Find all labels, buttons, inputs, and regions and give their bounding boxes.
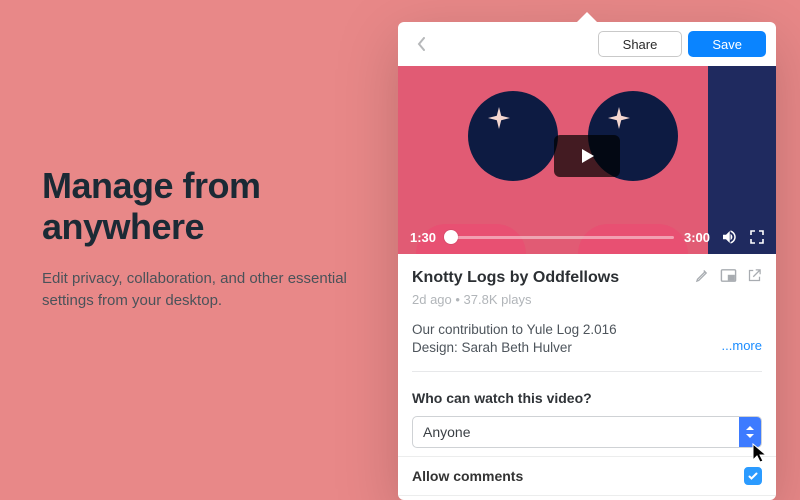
more-link[interactable]: ...more <box>722 337 762 355</box>
external-link-icon <box>747 268 762 283</box>
title-row: Knotty Logs by Oddfellows <box>412 268 762 288</box>
promo-title-line1: Manage from <box>42 165 261 206</box>
allow-downloads-row: Allow downloads <box>398 495 776 500</box>
allow-comments-checkbox[interactable] <box>744 467 762 485</box>
save-button[interactable]: Save <box>688 31 766 57</box>
privacy-label: Who can watch this video? <box>398 390 776 406</box>
fullscreen-icon <box>749 229 765 245</box>
video-submeta: 2d ago • 37.8K plays <box>412 292 762 307</box>
picture-in-picture-button[interactable] <box>720 268 737 288</box>
promo-title: Manage from anywhere <box>42 165 362 248</box>
divider <box>412 371 762 372</box>
current-time: 1:30 <box>410 230 436 245</box>
video-controls: 1:30 3:00 <box>398 220 776 254</box>
pencil-icon <box>695 268 710 283</box>
popover-panel: Share Save 1:30 3:00 <box>398 22 776 500</box>
privacy-select-wrap <box>398 406 776 456</box>
video-thumbnail[interactable]: 1:30 3:00 <box>398 66 776 254</box>
video-title: Knotty Logs by Oddfellows <box>412 269 685 287</box>
privacy-select-holder <box>412 416 762 448</box>
share-button[interactable]: Share <box>598 31 683 57</box>
play-button[interactable] <box>554 135 620 177</box>
promo-title-line2: anywhere <box>42 206 204 247</box>
privacy-select[interactable] <box>412 416 762 448</box>
volume-icon <box>720 228 738 246</box>
chevron-left-icon <box>417 37 427 51</box>
back-button[interactable] <box>408 30 436 58</box>
desc-line: Design: Sarah Beth Hulver <box>412 340 572 355</box>
select-stepper-icon[interactable] <box>739 417 761 447</box>
fullscreen-button[interactable] <box>748 228 766 246</box>
promo-block: Manage from anywhere Edit privacy, colla… <box>42 165 362 311</box>
edit-title-button[interactable] <box>695 268 710 288</box>
video-meta: Knotty Logs by Oddfellows 2d ago • 37.8K… <box>398 254 776 390</box>
allow-comments-row: Allow comments <box>398 456 776 495</box>
open-external-button[interactable] <box>747 268 762 288</box>
popover-header: Share Save <box>398 22 776 66</box>
seek-knob[interactable] <box>444 230 458 244</box>
meta-separator: • <box>452 292 464 307</box>
play-count: 37.8K plays <box>464 292 532 307</box>
seek-bar[interactable] <box>446 236 674 239</box>
duration: 3:00 <box>684 230 710 245</box>
play-icon <box>578 147 596 165</box>
allow-comments-label: Allow comments <box>412 468 744 484</box>
popover-caret <box>577 12 597 22</box>
volume-button[interactable] <box>720 228 738 246</box>
settings-popover: Share Save 1:30 3:00 <box>398 12 776 500</box>
pip-icon <box>720 268 737 283</box>
video-description: Our contribution to Yule Log 2.016 Desig… <box>412 321 762 357</box>
promo-subtitle: Edit privacy, collaboration, and other e… <box>42 268 362 312</box>
thumbnail-decor <box>468 91 558 181</box>
desc-line: Our contribution to Yule Log 2.016 <box>412 321 762 339</box>
check-icon <box>747 470 759 482</box>
posted-ago: 2d ago <box>412 292 452 307</box>
